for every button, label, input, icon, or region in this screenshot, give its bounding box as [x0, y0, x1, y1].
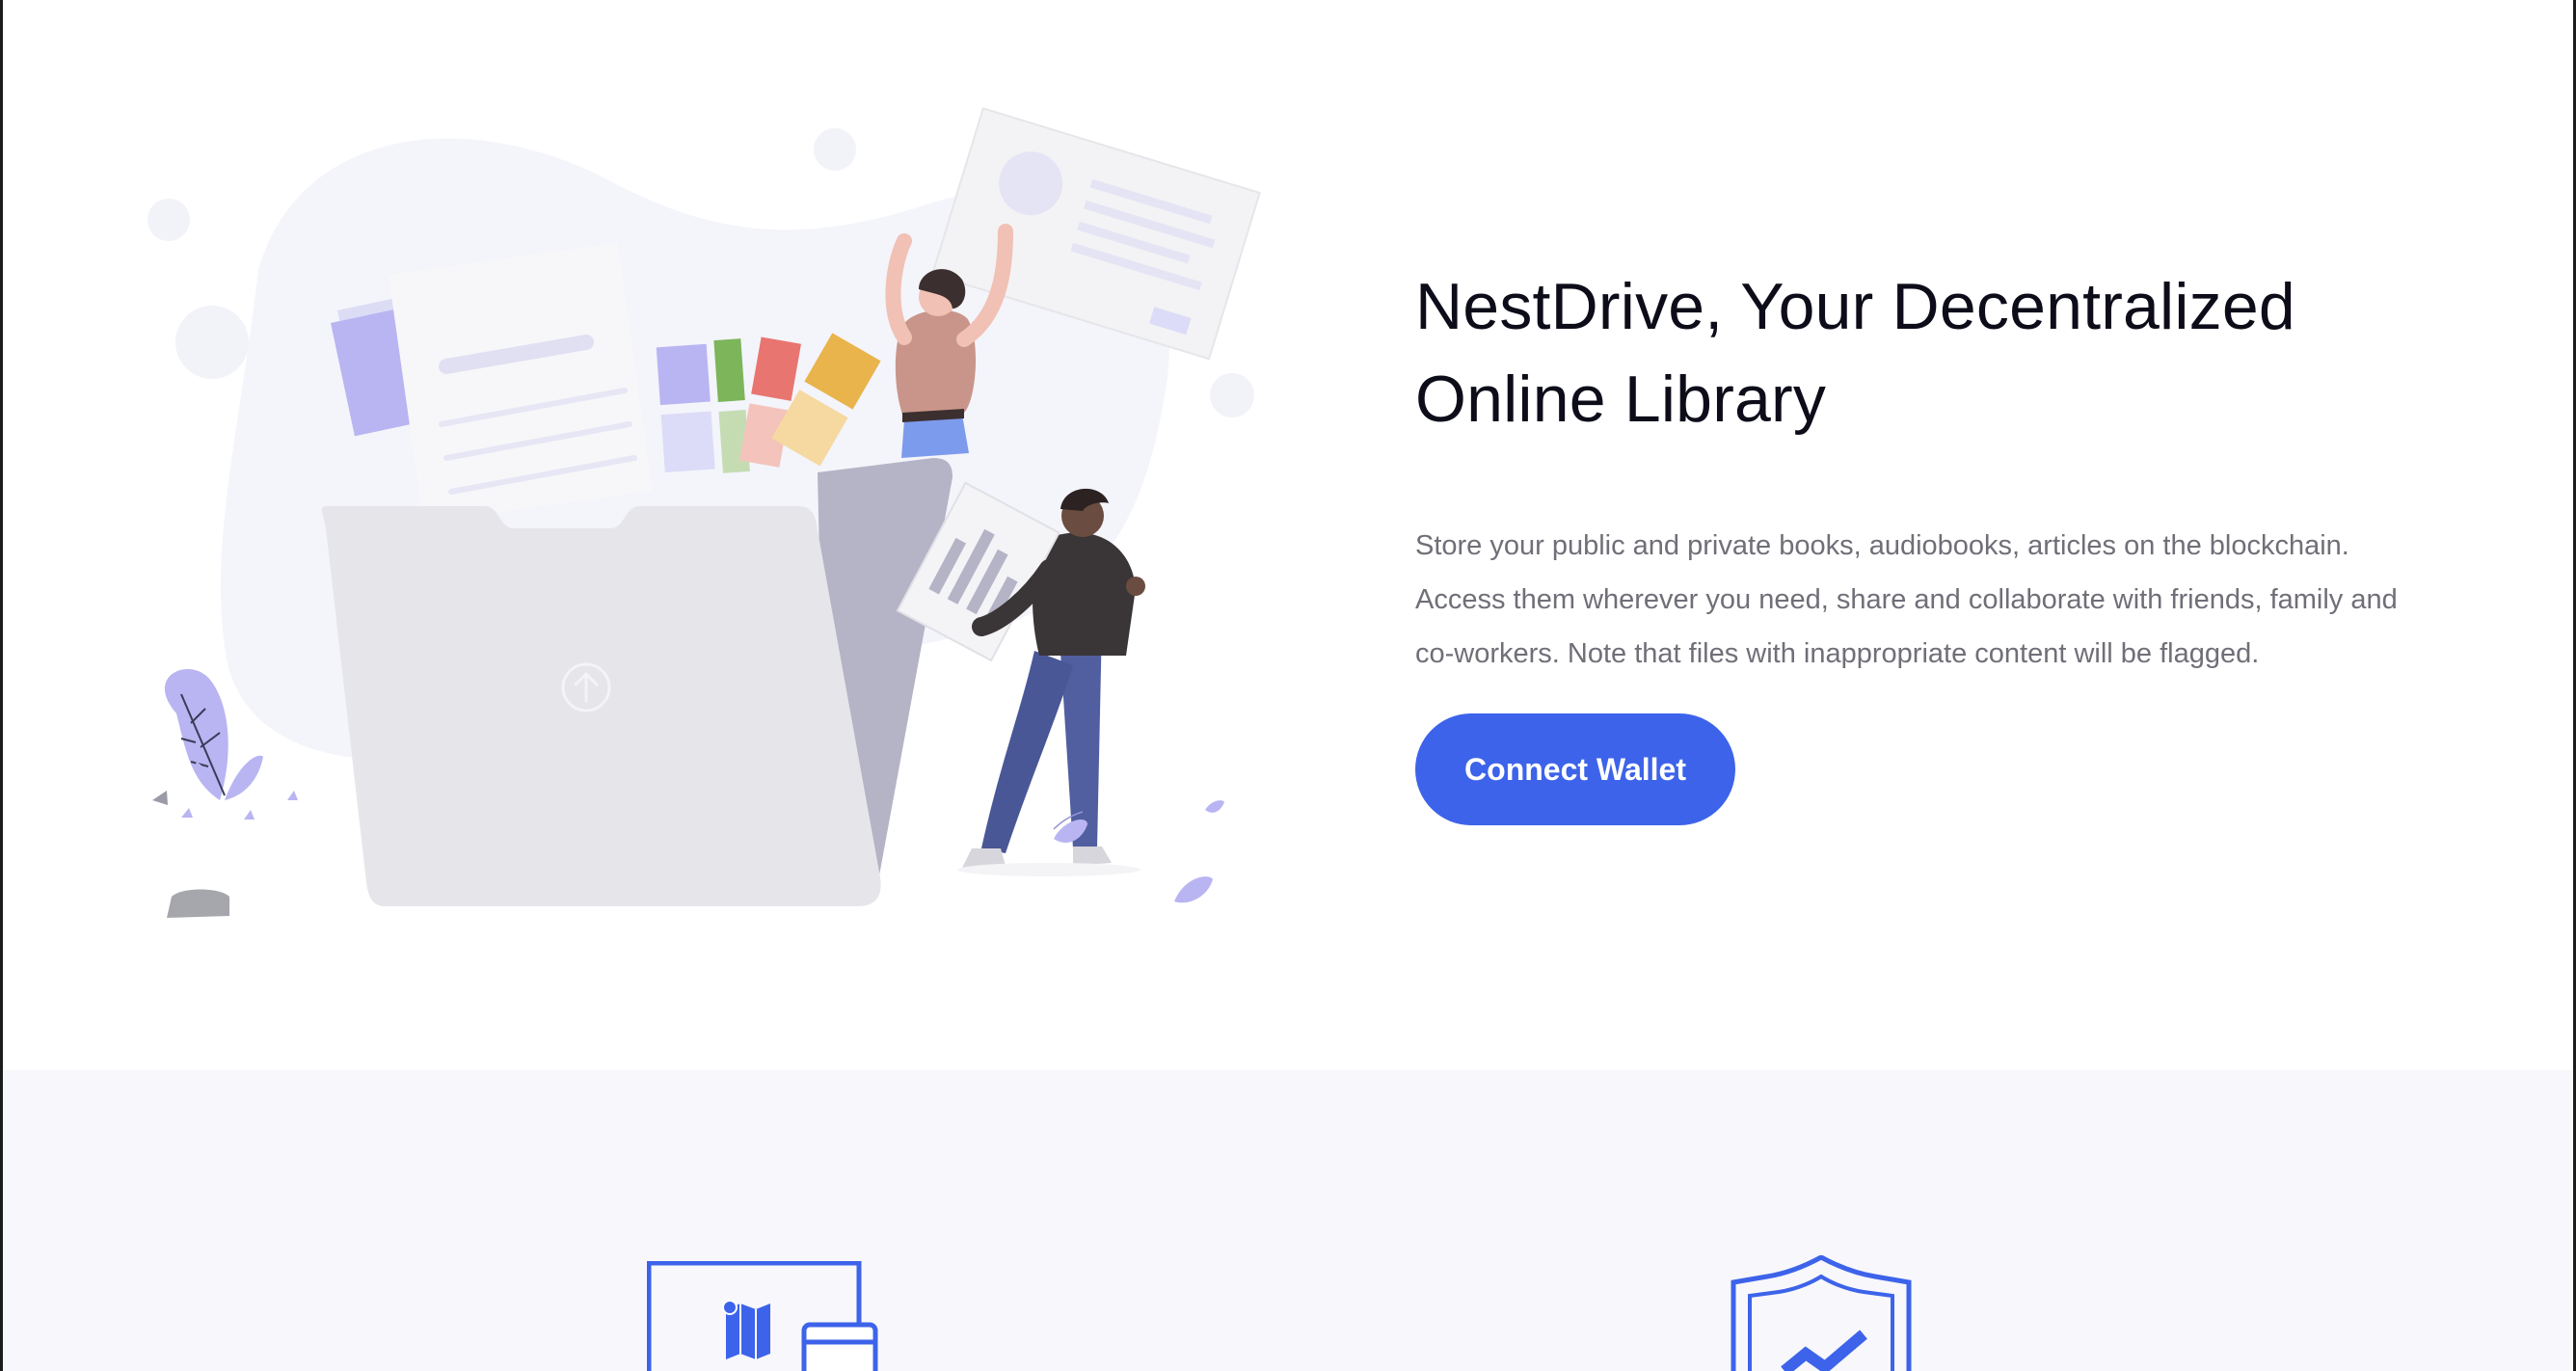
features-section: [3, 1070, 2573, 1371]
hero-section: NestDrive, Your Decentralized Online Lib…: [3, 0, 2573, 1070]
connect-wallet-button[interactable]: Connect Wallet: [1415, 713, 1735, 825]
hero-title: NestDrive, Your Decentralized Online Lib…: [1415, 270, 2295, 436]
hero-text-block: NestDrive, Your Decentralized Online Lib…: [1415, 260, 2476, 825]
page: NestDrive, Your Decentralized Online Lib…: [0, 0, 2576, 1371]
shield-check-icon: [1731, 1255, 1912, 1371]
hero-description: Store your public and private books, aud…: [1415, 530, 2398, 669]
map-browser-icon: [647, 1261, 878, 1371]
file-upload-illustration: [148, 107, 1261, 918]
